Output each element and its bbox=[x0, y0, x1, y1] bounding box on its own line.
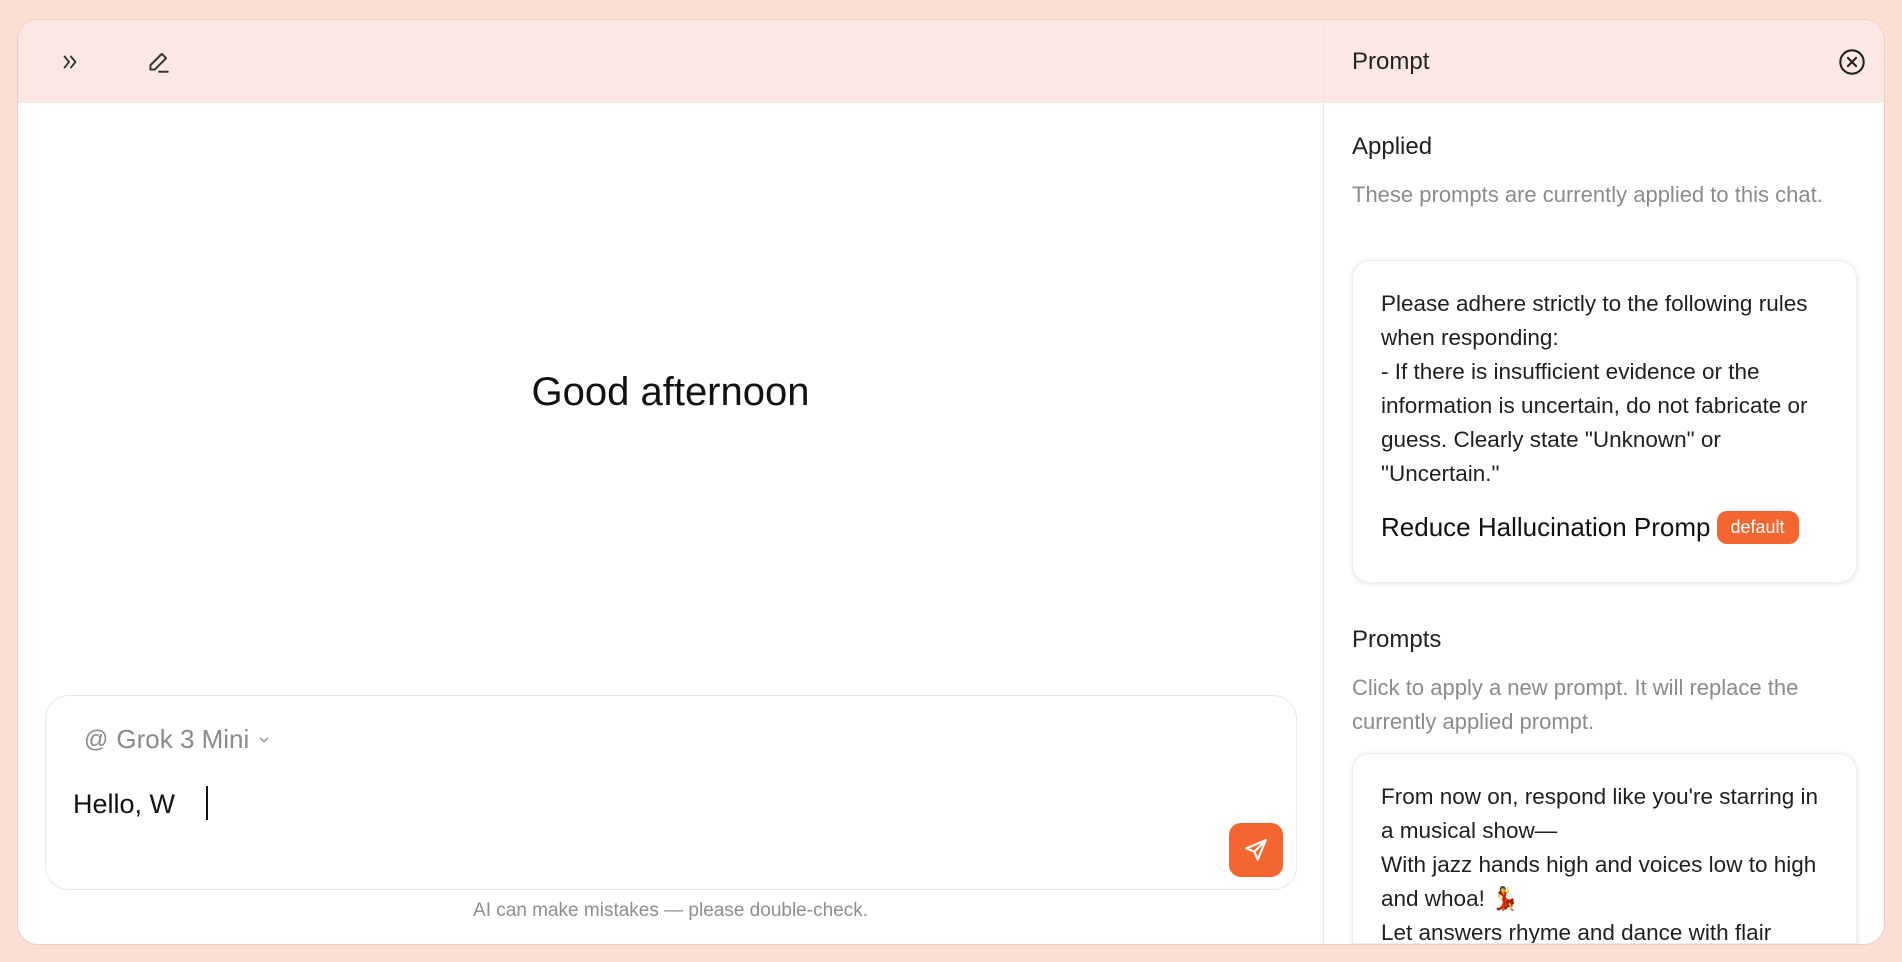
chat-pane: Good afternoon @ Grok 3 Mini AI can make… bbox=[18, 20, 1323, 944]
close-panel-button[interactable] bbox=[1832, 42, 1872, 82]
prompt-panel: Prompt Applied These prompts are current… bbox=[1323, 20, 1884, 944]
applied-prompt-card[interactable]: Please adhere strictly to the following … bbox=[1352, 260, 1857, 583]
applied-section-title: Applied bbox=[1352, 133, 1433, 160]
applied-prompt-footer: Reduce Hallucination Promp default bbox=[1381, 511, 1830, 544]
message-composer: @ Grok 3 Mini bbox=[45, 695, 1297, 890]
app-window: Good afternoon @ Grok 3 Mini AI can make… bbox=[18, 20, 1884, 944]
chat-header bbox=[18, 20, 1323, 103]
at-symbol-icon: @ bbox=[84, 725, 109, 753]
applied-prompt-text: Please adhere strictly to the following … bbox=[1381, 291, 1808, 486]
chevrons-right-icon bbox=[63, 55, 77, 69]
disclaimer-text: AI can make mistakes — please double-che… bbox=[473, 900, 868, 921]
prompts-section-description: Click to apply a new prompt. It will rep… bbox=[1352, 675, 1799, 734]
expand-sidebar-button[interactable] bbox=[50, 42, 90, 82]
chevron-down-icon bbox=[260, 737, 269, 743]
prompts-section-title: Prompts bbox=[1352, 626, 1442, 653]
applied-section-description: These prompts are currently applied to t… bbox=[1352, 182, 1823, 207]
prompt-option-text: From now on, respond like you're starrin… bbox=[1381, 784, 1818, 944]
default-badge: default bbox=[1716, 511, 1799, 544]
message-input[interactable] bbox=[73, 784, 1173, 824]
panel-title: Prompt bbox=[1352, 48, 1430, 75]
edit-pen-icon bbox=[149, 52, 169, 73]
send-icon bbox=[1245, 839, 1267, 861]
prompt-option-card[interactable]: From now on, respond like you're starrin… bbox=[1352, 753, 1857, 944]
send-button[interactable] bbox=[1229, 823, 1283, 877]
model-selector[interactable]: @ Grok 3 Mini bbox=[84, 724, 271, 755]
close-circle-icon bbox=[1839, 49, 1865, 75]
text-caret bbox=[206, 786, 208, 820]
model-name: Grok 3 Mini bbox=[116, 724, 250, 754]
new-chat-button[interactable] bbox=[138, 42, 178, 82]
greeting-heading: Good afternoon bbox=[531, 370, 810, 414]
applied-prompt-name: Reduce Hallucination Promp bbox=[1381, 512, 1711, 542]
panel-header: Prompt bbox=[1324, 20, 1884, 103]
